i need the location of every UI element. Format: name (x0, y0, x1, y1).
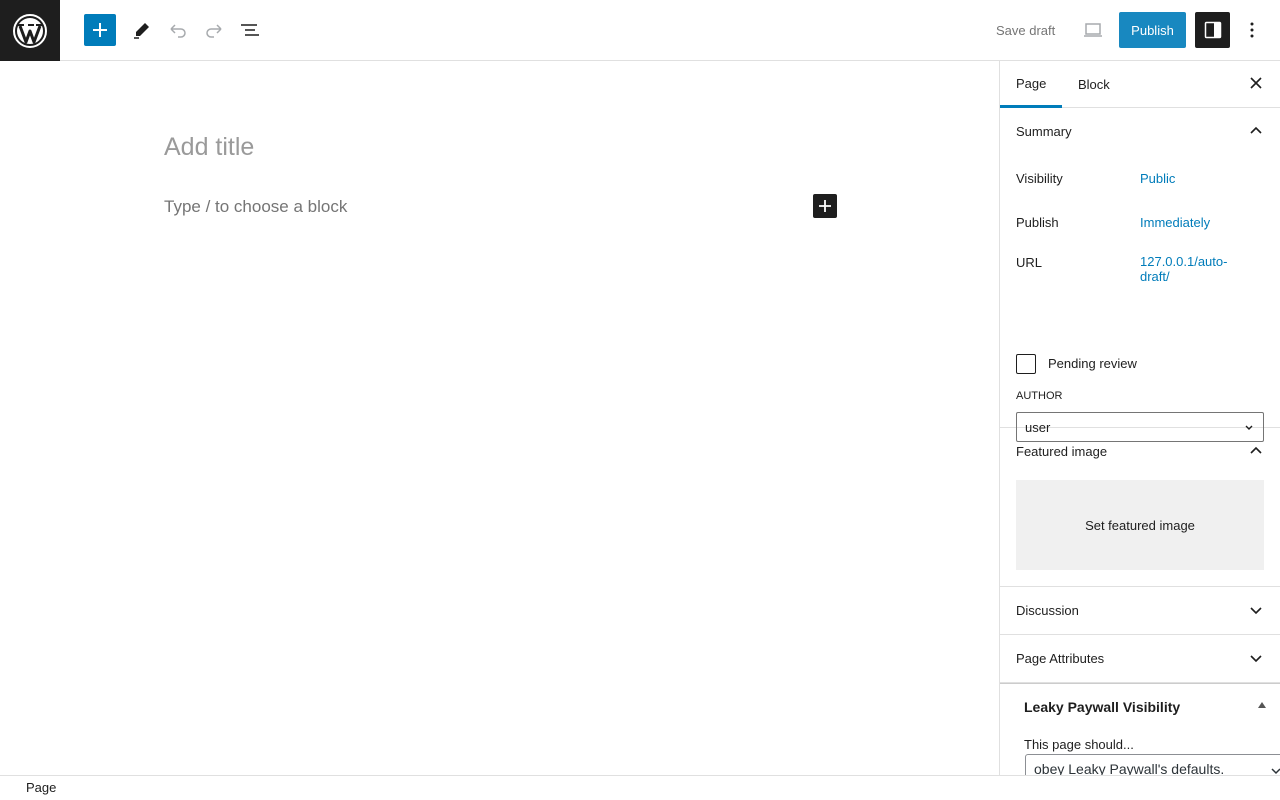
url-toggle[interactable]: 127.0.0.1/auto-draft/ (1140, 254, 1240, 284)
page-attributes-heading: Page Attributes (1016, 651, 1105, 666)
redo-button[interactable] (196, 12, 232, 48)
editor-footer: Page (0, 775, 1280, 800)
leaky-paywall-metabox: Leaky Paywall Visibility This page shoul… (1000, 683, 1280, 775)
pencil-icon (134, 23, 149, 39)
undo-button[interactable] (160, 12, 196, 48)
publish-button[interactable]: Publish (1119, 12, 1186, 48)
featured-image-panel-toggle[interactable]: Featured image (1000, 428, 1280, 475)
inline-add-block-button[interactable] (813, 194, 837, 218)
visibility-label: Visibility (1016, 171, 1063, 186)
document-overview-button[interactable] (232, 12, 268, 48)
set-featured-image-button[interactable]: Set featured image (1016, 480, 1264, 570)
summary-panel-toggle[interactable]: Summary (1000, 108, 1280, 155)
desktop-preview-icon (1084, 23, 1102, 37)
close-icon (1250, 77, 1262, 89)
tab-page[interactable]: Page (1000, 61, 1062, 108)
undo-icon (170, 24, 186, 38)
settings-sidebar: Page Block Summary Visibility Public Pub… (999, 61, 1280, 775)
summary-panel: Summary Visibility Public Publish Immedi… (1000, 108, 1280, 442)
summary-heading: Summary (1016, 124, 1072, 139)
page-attributes-panel-toggle[interactable]: Page Attributes (1000, 635, 1280, 682)
tools-button[interactable] (124, 12, 160, 48)
plus-icon (93, 23, 107, 37)
featured-image-heading: Featured image (1016, 444, 1108, 459)
chevron-up-icon (1250, 446, 1262, 454)
author-label: AUTHOR (1016, 390, 1063, 402)
publish-date-toggle[interactable]: Immediately (1140, 215, 1210, 230)
url-label: URL (1016, 255, 1043, 270)
pending-review-label: Pending review (1048, 356, 1137, 371)
visibility-toggle[interactable]: Public (1140, 171, 1175, 186)
editor-canvas: Add title Type / to choose a block (0, 61, 999, 775)
sidebar-icon (1204, 21, 1221, 39)
editor-header: Save draft Publish (0, 0, 1280, 61)
redo-icon (206, 24, 222, 38)
discussion-panel-toggle[interactable]: Discussion (1000, 587, 1280, 634)
collapse-triangle-icon[interactable] (1258, 702, 1266, 708)
block-breadcrumb[interactable]: Page (26, 780, 56, 795)
close-settings-button[interactable] (1244, 71, 1268, 95)
leaky-paywall-select[interactable]: obey Leaky Paywall's defaults. (1025, 754, 1280, 775)
pending-review-checkbox[interactable] (1016, 354, 1036, 374)
block-placeholder[interactable]: Type / to choose a block (164, 197, 347, 217)
add-block-button[interactable] (84, 14, 116, 46)
more-vertical-icon (1250, 22, 1254, 38)
chevron-down-icon (1250, 607, 1262, 615)
leaky-paywall-select-value: obey Leaky Paywall's defaults. (1034, 761, 1225, 775)
discussion-heading: Discussion (1016, 603, 1079, 618)
leaky-paywall-label: This page should... (1024, 737, 1134, 752)
leaky-paywall-heading: Leaky Paywall Visibility (1024, 699, 1181, 715)
settings-toggle-button[interactable] (1195, 12, 1230, 48)
chevron-down-icon (1250, 655, 1262, 663)
title-input[interactable]: Add title (164, 133, 254, 162)
preview-button[interactable] (1075, 12, 1111, 48)
wordpress-logo-icon[interactable] (0, 0, 60, 61)
list-view-icon (241, 24, 259, 36)
chevron-up-icon (1250, 126, 1262, 134)
plus-icon (819, 200, 831, 212)
publish-date-label: Publish (1016, 215, 1059, 230)
tab-block[interactable]: Block (1062, 61, 1126, 108)
sidebar-tabs: Page Block (1000, 61, 1280, 108)
options-menu-button[interactable] (1234, 12, 1270, 48)
chevron-down-icon (1271, 768, 1280, 775)
discussion-panel: Discussion (1000, 587, 1280, 635)
save-draft-button[interactable]: Save draft (984, 12, 1067, 48)
featured-image-panel: Featured image Set featured image (1000, 428, 1280, 587)
page-attributes-panel: Page Attributes (1000, 635, 1280, 683)
